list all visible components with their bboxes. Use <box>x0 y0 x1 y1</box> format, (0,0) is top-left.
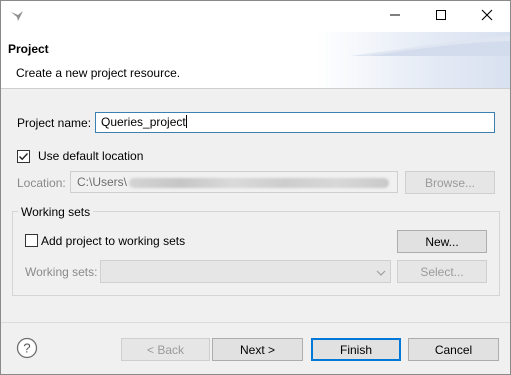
minimize-button[interactable] <box>372 1 418 32</box>
minimize-icon <box>389 9 401 24</box>
wizard-header: Project Create a new project resource. <box>1 32 510 89</box>
redacted-path <box>129 177 390 188</box>
working-sets-group <box>12 211 500 296</box>
project-name-input[interactable]: Queries_project <box>95 112 495 133</box>
working-sets-group-label: Working sets <box>18 205 94 219</box>
close-button[interactable] <box>464 1 510 32</box>
cancel-button[interactable]: Cancel <box>408 338 499 361</box>
footer-divider <box>1 322 510 323</box>
chevron-down-icon <box>376 267 386 277</box>
title-bar <box>1 1 510 32</box>
maximize-button[interactable] <box>418 1 464 32</box>
checkmark-icon <box>18 151 29 162</box>
maximize-icon <box>435 9 447 24</box>
help-icon[interactable]: ? <box>16 337 38 359</box>
back-button: < Back <box>121 338 210 361</box>
working-sets-label: Working sets: <box>25 265 98 279</box>
use-default-location-checkbox[interactable] <box>17 150 30 163</box>
location-input: C:\Users\ <box>70 171 398 193</box>
new-project-dialog: Project Create a new project resource. P… <box>0 0 511 375</box>
next-button[interactable]: Next > <box>212 338 303 361</box>
project-name-label: Project name: <box>17 116 92 130</box>
add-to-working-sets-checkbox[interactable] <box>25 234 38 247</box>
svg-text:?: ? <box>23 341 30 356</box>
page-description: Create a new project resource. <box>16 66 181 80</box>
project-name-value: Queries_project <box>101 115 186 129</box>
close-icon <box>481 9 493 24</box>
browse-button: Browse... <box>405 171 495 194</box>
select-working-sets-button: Select... <box>397 260 487 283</box>
header-banner-art <box>350 36 510 56</box>
page-title: Project <box>8 42 49 56</box>
finish-button[interactable]: Finish <box>311 338 401 361</box>
new-working-set-button[interactable]: New... <box>397 230 487 253</box>
location-label: Location: <box>17 176 66 190</box>
location-value: C:\Users\ <box>77 175 128 189</box>
working-sets-combo <box>100 260 391 283</box>
add-to-working-sets-label: Add project to working sets <box>41 234 186 248</box>
use-default-location-label: Use default location <box>38 149 144 163</box>
eclipse-app-icon <box>9 9 25 23</box>
text-caret <box>185 115 187 128</box>
